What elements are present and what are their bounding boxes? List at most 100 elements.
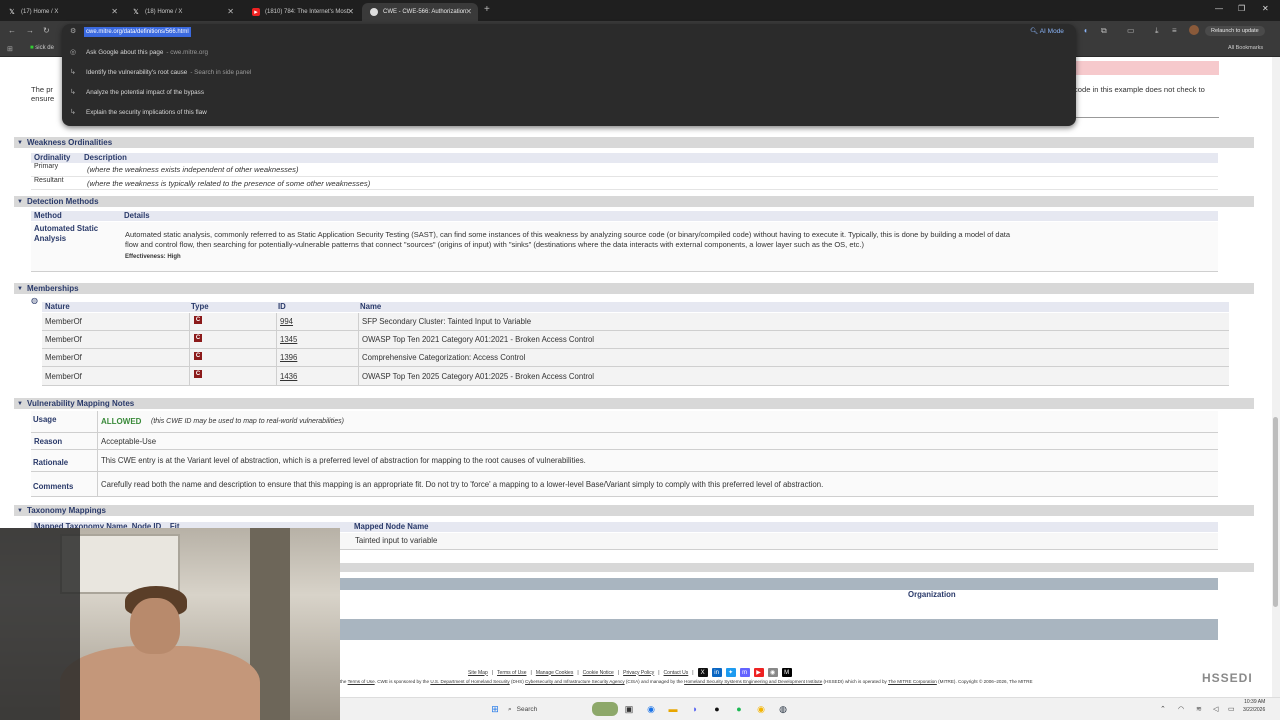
details-text: Automated static analysis, commonly refe… xyxy=(125,230,1011,239)
collapse-triangle-icon[interactable]: ▼ xyxy=(17,199,23,205)
avatar[interactable] xyxy=(1189,25,1199,35)
all-bookmarks-button[interactable]: All Bookmarks xyxy=(1228,45,1263,51)
footer-link[interactable]: The MITRE Corporation xyxy=(888,679,937,684)
chrome-icon[interactable]: ◉ xyxy=(644,702,658,716)
category-icon: C xyxy=(194,370,202,378)
section-header-memberships[interactable]: ▼ Memberships xyxy=(14,283,1254,294)
listen-icon[interactable]: ◖ xyxy=(1083,26,1088,35)
collapse-triangle-icon[interactable]: ▼ xyxy=(17,286,23,292)
table-header-bar xyxy=(31,153,1218,163)
close-icon[interactable]: ✕ xyxy=(347,7,354,16)
bookmark-item[interactable]: ■ sick de xyxy=(30,45,54,51)
bluesky-icon[interactable]: ✦ xyxy=(725,668,736,677)
windows-start-icon[interactable]: ⊞ xyxy=(488,702,502,716)
download-icon[interactable]: ⤓ xyxy=(1155,26,1159,36)
close-icon[interactable]: ✕ xyxy=(227,7,234,16)
column-header: Description xyxy=(84,153,127,162)
media-icon[interactable]: ≡ xyxy=(1172,26,1177,35)
omnibox-suggestion[interactable]: ↳ Identify the vulnerability's root caus… xyxy=(70,63,251,81)
medium-icon[interactable]: M xyxy=(781,668,792,677)
suggestion-subtext: - cwe.mitre.org xyxy=(166,48,209,56)
separator: | xyxy=(658,669,660,676)
tray-chevron-icon[interactable]: ⌃ xyxy=(1160,705,1166,713)
minimize-icon[interactable]: — xyxy=(1215,4,1223,13)
bookmark-label: sick de xyxy=(35,45,54,51)
footer-link[interactable]: Contact Us xyxy=(664,670,689,676)
cwe-id-link[interactable]: 1345 xyxy=(280,335,297,344)
view-options-icon[interactable]: ◍ xyxy=(31,296,38,305)
separator: | xyxy=(530,669,532,676)
collapse-triangle-icon[interactable]: ▼ xyxy=(17,401,23,407)
linkedin-icon[interactable]: in xyxy=(711,668,722,677)
cwe-id-link[interactable]: 1436 xyxy=(280,372,297,381)
battery-icon[interactable]: ▭ xyxy=(1228,705,1235,713)
cwe-id-link[interactable]: 994 xyxy=(280,317,293,326)
x-social-icon[interactable]: X xyxy=(697,668,708,677)
apps-icon[interactable]: ⊞ xyxy=(7,45,13,53)
collapse-triangle-icon[interactable]: ▼ xyxy=(17,140,23,146)
membership-name: SFP Secondary Cluster: Tainted Input to … xyxy=(362,317,532,326)
forward-icon[interactable]: → xyxy=(26,26,34,35)
table-row xyxy=(42,313,1229,331)
table-row xyxy=(42,349,1229,367)
close-icon[interactable]: ✕ xyxy=(111,7,118,16)
mastodon-icon[interactable]: m xyxy=(739,668,750,677)
task-view-icon[interactable]: ▣ xyxy=(622,702,636,716)
address-input[interactable]: cwe.mitre.org/data/definitions/566.html xyxy=(84,27,191,37)
close-icon[interactable]: ✕ xyxy=(465,7,472,16)
footer-link[interactable]: Cybersecurity and Infrastructure Securit… xyxy=(525,679,625,684)
section-header-mapping[interactable]: ▼ Vulnerability Mapping Notes xyxy=(14,398,1254,409)
omnibox-suggestion[interactable]: ◎ Ask Google about this page - cwe.mitre… xyxy=(70,43,208,61)
tab-3[interactable]: ▸ (1810) 784: The Internet's Most ✕ xyxy=(244,3,360,21)
section-title: Detection Methods xyxy=(26,197,99,206)
ai-mode-button[interactable]: 🔍︎ AI Mode xyxy=(1030,27,1064,35)
steam-icon[interactable]: ◍ xyxy=(776,702,790,716)
footer-link[interactable]: Terms of Use xyxy=(497,670,526,676)
section-header-taxonomy[interactable]: ▼ Taxonomy Mappings xyxy=(14,505,1254,516)
chrome-alt-icon[interactable]: ◉ xyxy=(754,702,768,716)
file-explorer-icon[interactable]: ▬ xyxy=(666,702,680,716)
column-header: Method xyxy=(34,211,62,220)
cwe-id-link[interactable]: 1396 xyxy=(280,353,297,362)
tab-1[interactable]: 𝕏 (17) Home / X ✕ xyxy=(0,3,124,21)
new-tab-icon[interactable]: + xyxy=(484,4,490,15)
spotify-icon[interactable]: ● xyxy=(732,702,746,716)
tab-4-active[interactable]: CWE - CWE-566: Authorization ✕ xyxy=(362,3,478,21)
section-header-detection[interactable]: ▼ Detection Methods xyxy=(14,196,1254,207)
footer-link[interactable]: Manage Cookies xyxy=(536,670,574,676)
hssedi-logo[interactable]: HSSEDI xyxy=(1202,671,1253,685)
footer-link[interactable]: U.S. Department of Homeland Security xyxy=(430,679,509,684)
collapse-triangle-icon[interactable]: ▼ xyxy=(17,508,23,514)
footer-link[interactable]: Privacy Policy xyxy=(623,670,654,676)
extension-icon[interactable]: ⧉ xyxy=(1101,26,1107,36)
widgets-icon[interactable] xyxy=(592,702,618,716)
omnibox-suggestion[interactable]: ↳ Analyze the potential impact of the by… xyxy=(70,83,204,101)
tab-2[interactable]: 𝕏 (18) Home / X ✕ xyxy=(124,3,240,21)
sidepanel-icon[interactable]: ▭ xyxy=(1127,26,1135,35)
footer-link[interactable]: Site Map xyxy=(468,670,488,676)
category-icon: C xyxy=(194,334,202,342)
system-clock[interactable]: 10:39 AM 3/22/2026 xyxy=(1243,698,1265,714)
omnibox-suggestion[interactable]: ↳ Explain the security implications of t… xyxy=(70,103,207,121)
footer-link[interactable]: Cookie Notice xyxy=(583,670,614,676)
discord-icon[interactable]: ◗ xyxy=(688,702,702,716)
reload-icon[interactable]: ↻ xyxy=(43,26,50,35)
footer-link[interactable]: Homeland Security Systems Engineering an… xyxy=(684,679,822,684)
maximize-icon[interactable]: ❐ xyxy=(1238,4,1245,13)
youtube-social-icon[interactable]: ▶ xyxy=(753,668,764,677)
scrollbar-thumb[interactable] xyxy=(1273,417,1278,607)
github-icon[interactable]: ● xyxy=(710,702,724,716)
separator: | xyxy=(692,669,694,676)
suggestion-text: Ask Google about this page xyxy=(86,48,164,56)
window-close-icon[interactable]: ✕ xyxy=(1262,4,1269,13)
volume-icon[interactable]: ◁ xyxy=(1213,705,1218,713)
podcast-icon[interactable]: ◉ xyxy=(767,668,778,677)
network-icon[interactable]: ◠ xyxy=(1178,705,1184,713)
footer-text: the xyxy=(340,679,348,684)
back-icon[interactable]: ← xyxy=(8,26,16,35)
footer-link[interactable]: Terms of Use xyxy=(348,679,375,684)
relaunch-button[interactable]: Relaunch to update xyxy=(1205,26,1265,36)
wifi-icon[interactable]: ≋ xyxy=(1196,705,1202,713)
section-header-ordinalities[interactable]: ▼ Weakness Ordinalities xyxy=(14,137,1254,148)
site-info-icon[interactable]: ⚙ xyxy=(70,27,76,35)
